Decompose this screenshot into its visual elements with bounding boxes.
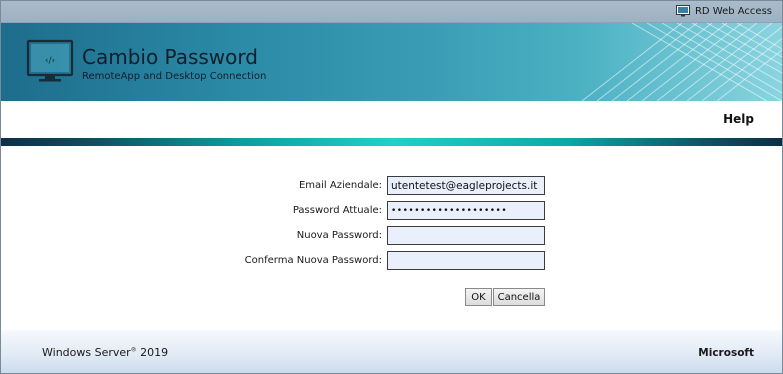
- svg-text:‹/›: ‹/›: [45, 56, 55, 66]
- current-password-field[interactable]: [387, 201, 545, 220]
- confirm-password-row: Conferma Nuova Password:: [1, 251, 782, 271]
- rd-web-window: RD Web Access ‹/› Cambio Password Remote…: [0, 0, 783, 374]
- top-bar: RD Web Access: [1, 1, 782, 23]
- new-password-label: Nuova Password:: [296, 230, 382, 241]
- page-title: Cambio Password: [82, 45, 258, 69]
- rd-web-access-label: RD Web Access: [694, 5, 772, 17]
- header-decoration: [581, 23, 782, 101]
- change-password-form: Email Aziendale: Password Attuale: Nuova…: [1, 146, 782, 330]
- email-row: Email Aziendale:: [1, 176, 782, 196]
- cancel-button[interactable]: Cancella: [493, 288, 545, 306]
- remote-desktop-monitor-icon: ‹/›: [26, 39, 74, 82]
- accent-stripe: [1, 138, 782, 146]
- windows-server-label: Windows Server® 2019: [42, 346, 168, 359]
- current-password-row: Password Attuale:: [1, 201, 782, 221]
- current-password-label: Password Attuale:: [292, 205, 382, 216]
- nav-bar: Help: [1, 101, 782, 138]
- new-password-row: Nuova Password:: [1, 226, 782, 246]
- new-password-field[interactable]: [387, 226, 545, 245]
- windows-server-year: 2019: [136, 346, 169, 359]
- help-link[interactable]: Help: [723, 112, 754, 126]
- header-banner: ‹/› Cambio Password RemoteApp and Deskto…: [1, 23, 782, 101]
- footer: Windows Server® 2019 Microsoft: [1, 330, 782, 373]
- monitor-icon: [675, 5, 690, 17]
- page-subtitle: RemoteApp and Desktop Connection: [82, 71, 267, 82]
- email-field[interactable]: [387, 176, 545, 195]
- windows-server-name: Windows Server: [42, 346, 131, 359]
- ok-button[interactable]: OK: [465, 288, 492, 306]
- confirm-password-label: Conferma Nuova Password:: [244, 255, 382, 266]
- email-label: Email Aziendale:: [298, 180, 382, 191]
- rd-web-access-link[interactable]: RD Web Access: [675, 5, 772, 17]
- confirm-password-field[interactable]: [387, 251, 545, 270]
- microsoft-logo: Microsoft: [698, 347, 754, 359]
